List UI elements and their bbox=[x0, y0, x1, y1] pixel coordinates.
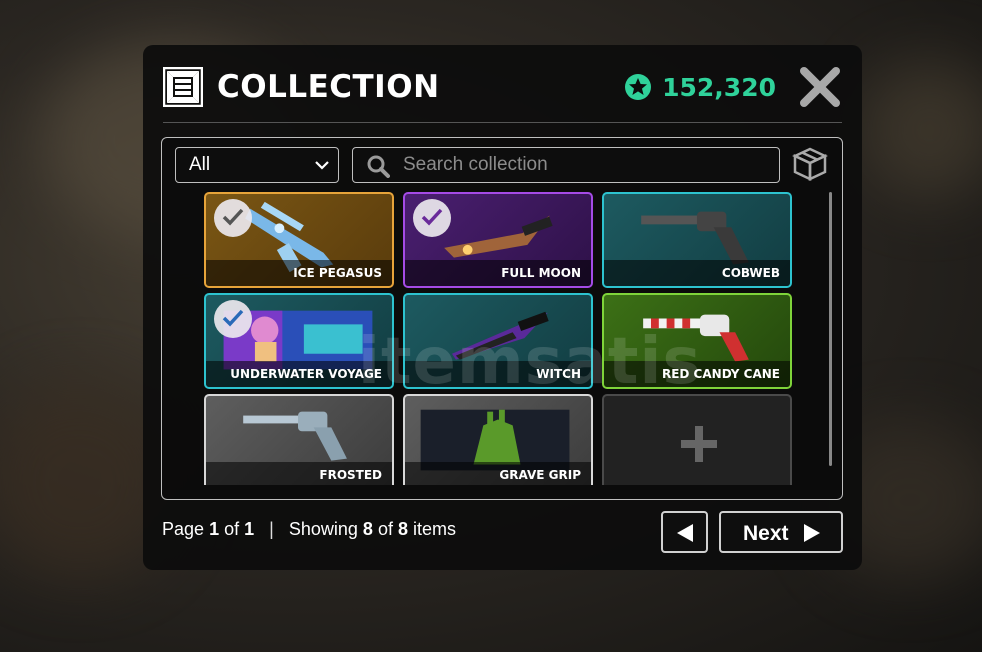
grid-scrollbar[interactable] bbox=[829, 192, 832, 466]
page-current: 1 bbox=[209, 519, 220, 539]
close-button[interactable] bbox=[798, 65, 842, 109]
box-icon[interactable] bbox=[792, 147, 828, 181]
page-word: Page bbox=[162, 519, 205, 539]
item-card[interactable]: ICE PEGASUS bbox=[204, 192, 394, 288]
item-name: RED CANDY CANE bbox=[604, 361, 790, 387]
separator: | bbox=[269, 519, 274, 539]
page-total: 1 bbox=[244, 519, 255, 539]
currency-value: 152,320 bbox=[662, 72, 776, 102]
filter-dropdown[interactable]: All bbox=[175, 147, 339, 183]
search-input[interactable] bbox=[403, 150, 763, 180]
item-grid: ICE PEGASUS FULL MOON COBWEB UNDERWATER … bbox=[204, 192, 796, 485]
item-card[interactable]: FROSTED bbox=[204, 394, 394, 485]
item-name: UNDERWATER VOYAGE bbox=[206, 361, 392, 387]
shown-count: 8 bbox=[362, 519, 373, 539]
item-name: FULL MOON bbox=[405, 260, 591, 286]
modal-header: COLLECTION 152,320 bbox=[163, 65, 842, 111]
check-icon bbox=[421, 208, 443, 226]
items-word: items bbox=[413, 519, 457, 539]
item-card[interactable]: COBWEB bbox=[602, 192, 792, 288]
search-icon bbox=[367, 155, 390, 178]
item-card[interactable]: GRAVE GRIP bbox=[403, 394, 593, 485]
previous-page-button[interactable] bbox=[661, 511, 708, 553]
modal-title: COLLECTION bbox=[217, 69, 440, 105]
item-name: WITCH bbox=[405, 361, 591, 387]
star-coin-icon bbox=[625, 74, 652, 100]
chevron-down-icon bbox=[315, 161, 329, 170]
owned-check-badge bbox=[214, 300, 252, 338]
pagination-info: Page 1 of 1 | Showing 8 of 8 items bbox=[162, 519, 456, 540]
next-label: Next bbox=[743, 522, 789, 545]
of-word: of bbox=[377, 519, 393, 539]
close-icon bbox=[800, 67, 840, 107]
item-name: FROSTED bbox=[206, 462, 392, 485]
currency-display: 152,320 bbox=[624, 71, 776, 103]
filter-value: All bbox=[189, 154, 211, 175]
search-box bbox=[352, 147, 780, 183]
item-card[interactable]: FULL MOON bbox=[403, 192, 593, 288]
triangle-right-icon bbox=[804, 524, 820, 542]
triangle-left-icon bbox=[677, 524, 693, 542]
item-name: COBWEB bbox=[604, 260, 790, 286]
of-word: of bbox=[224, 519, 240, 539]
check-icon bbox=[222, 208, 244, 226]
item-card[interactable]: UNDERWATER VOYAGE bbox=[204, 293, 394, 389]
owned-check-badge bbox=[214, 199, 252, 237]
owned-check-badge bbox=[413, 199, 451, 237]
next-page-button[interactable]: Next bbox=[719, 511, 843, 553]
add-item-slot[interactable] bbox=[602, 394, 792, 485]
item-card[interactable]: RED CANDY CANE bbox=[602, 293, 792, 389]
collection-modal: COLLECTION 152,320 All Search collection… bbox=[143, 45, 862, 570]
showing-word: Showing bbox=[288, 519, 358, 539]
background-blur bbox=[860, 60, 982, 200]
header-divider bbox=[163, 122, 842, 123]
collection-logo-icon bbox=[163, 67, 203, 107]
total-count: 8 bbox=[397, 519, 408, 539]
plus-icon bbox=[681, 426, 717, 462]
item-card[interactable]: WITCH bbox=[403, 293, 593, 389]
check-icon bbox=[222, 309, 244, 327]
collection-panel: All Search collection ICE PEGASUS FULL M… bbox=[161, 137, 843, 500]
item-name: ICE PEGASUS bbox=[206, 260, 392, 286]
item-name: GRAVE GRIP bbox=[405, 462, 591, 485]
pagination-footer: Page 1 of 1 | Showing 8 of 8 items Next bbox=[162, 511, 843, 553]
